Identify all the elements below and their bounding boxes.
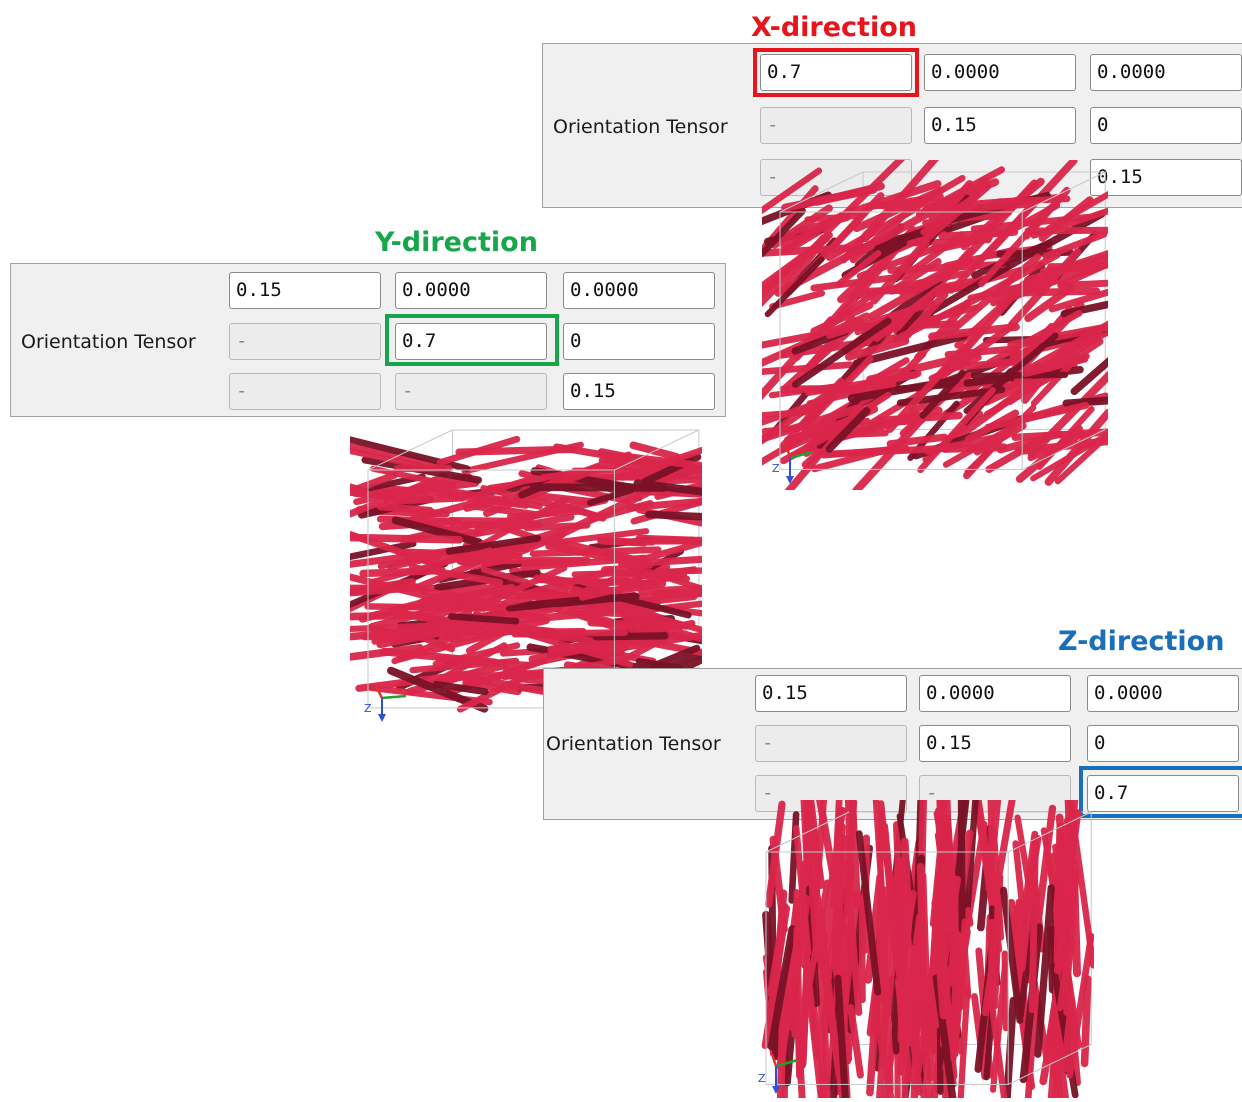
orientation-tensor-label: Orientation Tensor (21, 330, 196, 354)
orientation-tensor-label: Orientation Tensor (553, 115, 728, 139)
tensor-cell-22[interactable]: 0.15 (919, 725, 1071, 762)
tensor-cell-12[interactable]: 0.0000 (919, 675, 1071, 712)
tensor-cell-11[interactable]: 0.15 (755, 675, 907, 712)
svg-text:Z: Z (758, 1072, 766, 1085)
axis-triad-icon: Z (768, 436, 822, 492)
x-direction-title: X-direction (751, 12, 917, 44)
z-orientation-tensor-panel: Orientation Tensor 0.15 0.0000 0.0000 - … (543, 668, 1242, 820)
tensor-cell-21: - (755, 725, 907, 762)
tensor-cell-13[interactable]: 0.0000 (1087, 675, 1239, 712)
tensor-cell-23[interactable]: 0 (1090, 107, 1242, 144)
tensor-cell-21: - (760, 107, 912, 144)
tensor-cell-12[interactable]: 0.0000 (395, 272, 547, 309)
tensor-cell-33[interactable]: 0.15 (1090, 159, 1242, 196)
tensor-cell-33[interactable]: 0.15 (563, 373, 715, 410)
svg-text:Z: Z (772, 462, 780, 475)
tensor-cell-22[interactable]: 0.7 (395, 323, 547, 360)
tensor-cell-23[interactable]: 0 (1087, 725, 1239, 762)
tensor-cell-33[interactable]: 0.7 (1087, 775, 1239, 812)
tensor-cell-31: - (229, 373, 381, 410)
y-direction-title: Y-direction (375, 227, 538, 259)
tensor-cell-23[interactable]: 0 (563, 323, 715, 360)
tensor-cell-13[interactable]: 0.0000 (1090, 54, 1242, 91)
axis-triad-icon: Z (754, 1048, 808, 1102)
tensor-cell-11[interactable]: 0.7 (760, 54, 912, 91)
z-direction-title: Z-direction (1058, 626, 1224, 658)
tensor-cell-21: - (229, 323, 381, 360)
tensor-cell-11[interactable]: 0.15 (229, 272, 381, 309)
svg-text:Z: Z (364, 702, 372, 715)
tensor-cell-12[interactable]: 0.0000 (924, 54, 1076, 91)
tensor-cell-13[interactable]: 0.0000 (563, 272, 715, 309)
y-orientation-tensor-panel: Orientation Tensor 0.15 0.0000 0.0000 - … (10, 263, 726, 417)
tensor-cell-22[interactable]: 0.15 (924, 107, 1076, 144)
tensor-cell-32: - (395, 373, 547, 410)
orientation-tensor-label: Orientation Tensor (546, 732, 721, 756)
axis-triad-icon: Z (360, 676, 414, 732)
